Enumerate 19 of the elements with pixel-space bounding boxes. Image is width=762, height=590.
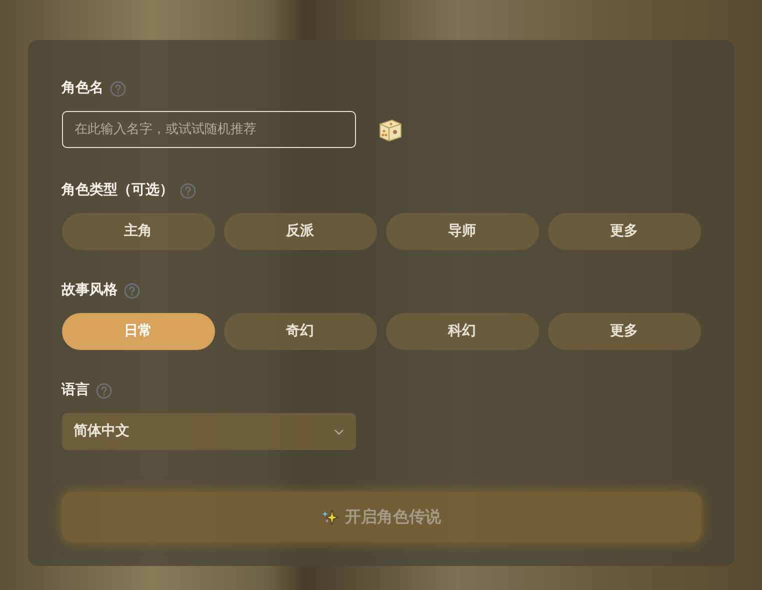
option-pill[interactable]: 导师 [386,213,538,250]
name-input-field[interactable]: 在此输入名字，或试试随机推荐 [62,111,356,148]
help-icon[interactable] [110,80,126,96]
field-label: 故事风格 [62,281,118,300]
option-pill[interactable]: 反派 [224,213,376,250]
field-label: 角色类型（可选） [62,181,174,200]
option-pill[interactable]: 主角 [62,213,214,250]
sparkle-icon [321,508,339,526]
field-label: 语言 [62,380,90,400]
option-pill[interactable]: 更多 [548,213,700,250]
option-pill[interactable]: 更多 [548,313,700,350]
help-icon[interactable] [124,282,140,298]
help-icon[interactable] [180,182,196,198]
chevron-down-icon [334,428,344,434]
field-label: 角色名 [62,79,104,98]
language-select[interactable]: 简体中文 [62,413,356,450]
option-pill[interactable]: 科幻 [386,313,538,350]
option-pill[interactable]: 奇幻 [224,313,376,350]
help-icon[interactable] [96,382,112,398]
